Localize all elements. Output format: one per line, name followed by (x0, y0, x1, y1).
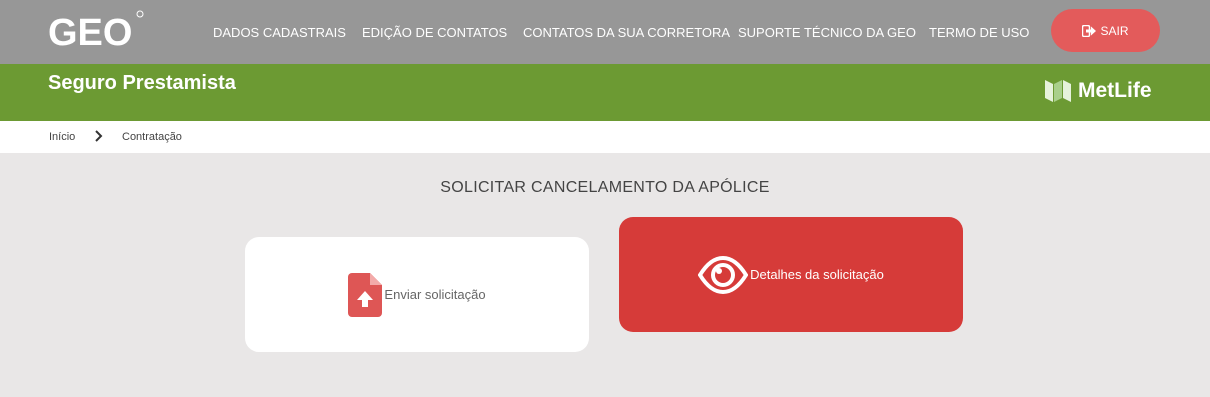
nav-link[interactable]: DADOS CADASTRAIS (213, 25, 346, 40)
top-navigation-bar: GEO DADOS CADASTRAIS EDIÇÃO DE CONTATOS … (0, 0, 1210, 64)
nav-termo-de-uso[interactable]: TERMO DE USO (929, 0, 1029, 64)
nav-edicao-contatos[interactable]: EDIÇÃO DE CONTATOS (362, 0, 507, 64)
logout-button[interactable]: SAIR (1051, 9, 1160, 52)
send-request-button[interactable]: Enviar solicitação (245, 237, 589, 352)
send-request-label: Enviar solicitação (384, 287, 486, 302)
eye-icon (698, 255, 749, 294)
breadcrumb-home[interactable]: Início (49, 131, 75, 143)
nav-link[interactable]: EDIÇÃO DE CONTATOS (362, 25, 507, 40)
sign-out-icon (1082, 24, 1097, 37)
file-upload-icon (348, 272, 383, 317)
nav-contatos-corretora[interactable]: CONTATOS DA SUA CORRETORA (523, 0, 730, 64)
request-details-label: Detalhes da solicitação (750, 267, 884, 282)
request-details-button[interactable]: Detalhes da solicitação (619, 217, 963, 332)
page-title: Seguro Prestamista (48, 72, 236, 94)
nav-link[interactable]: TERMO DE USO (929, 25, 1029, 40)
partner-name: MetLife (1078, 79, 1152, 102)
nav-dados-cadastrais[interactable]: DADOS CADASTRAIS (213, 0, 346, 64)
geo-logo[interactable]: GEO (48, 9, 144, 51)
logo-text: GEO (48, 12, 132, 51)
nav-suporte-tecnico[interactable]: SUPORTE TÉCNICO DA GEO (738, 0, 916, 64)
nav-link[interactable]: SUPORTE TÉCNICO DA GEO (738, 25, 916, 40)
partner-logo: MetLife (1045, 79, 1152, 103)
chevron-right-icon (95, 130, 103, 142)
section-heading: SOLICITAR CANCELAMENTO DA APÓLICE (440, 179, 770, 196)
metlife-icon (1045, 80, 1071, 102)
nav-link[interactable]: CONTATOS DA SUA CORRETORA (523, 25, 730, 40)
breadcrumb-current: Contratação (122, 131, 182, 143)
logout-label: SAIR (1100, 23, 1129, 38)
